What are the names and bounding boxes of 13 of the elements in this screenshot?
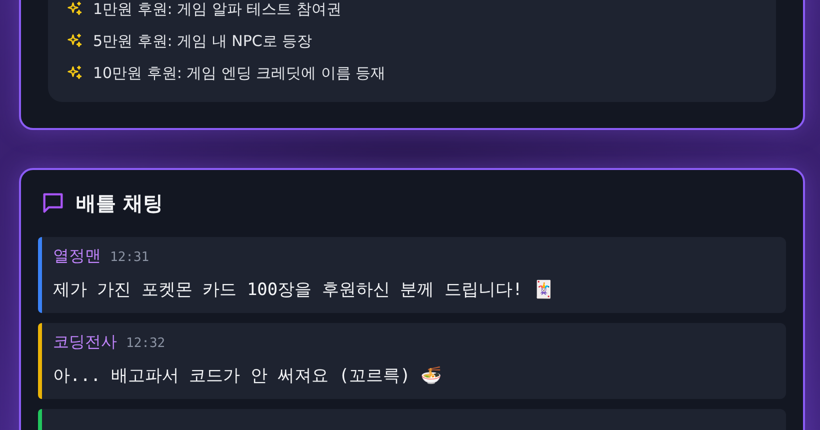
message-text: 제가 가진 포켓몬 카드 100장을 후원하신 분께 드립니다! 🃏: [53, 279, 555, 301]
user-name: 열정맨: [53, 246, 101, 267]
reward-text: 1만원 후원: 게임 알파 테스트 참여권: [93, 0, 342, 18]
reward-text: 10만원 후원: 게임 엔딩 크레딧에 이름 등재: [93, 64, 386, 82]
message-text: 아... 배고파서 코드가 안 써져요 (꼬르륵) 🍜: [53, 365, 443, 387]
message-time: 12:31: [110, 250, 150, 265]
user-name: 코딩전사: [53, 332, 117, 353]
sparkle-icon: [67, 65, 83, 81]
sparkle-icon: [67, 33, 83, 49]
message-time: 12:32: [126, 336, 166, 351]
chat-title: 배틀 채팅: [76, 190, 163, 216]
reward-text: 5만원 후원: 게임 내 NPC로 등장: [93, 32, 312, 50]
sparkle-icon: [67, 1, 83, 17]
